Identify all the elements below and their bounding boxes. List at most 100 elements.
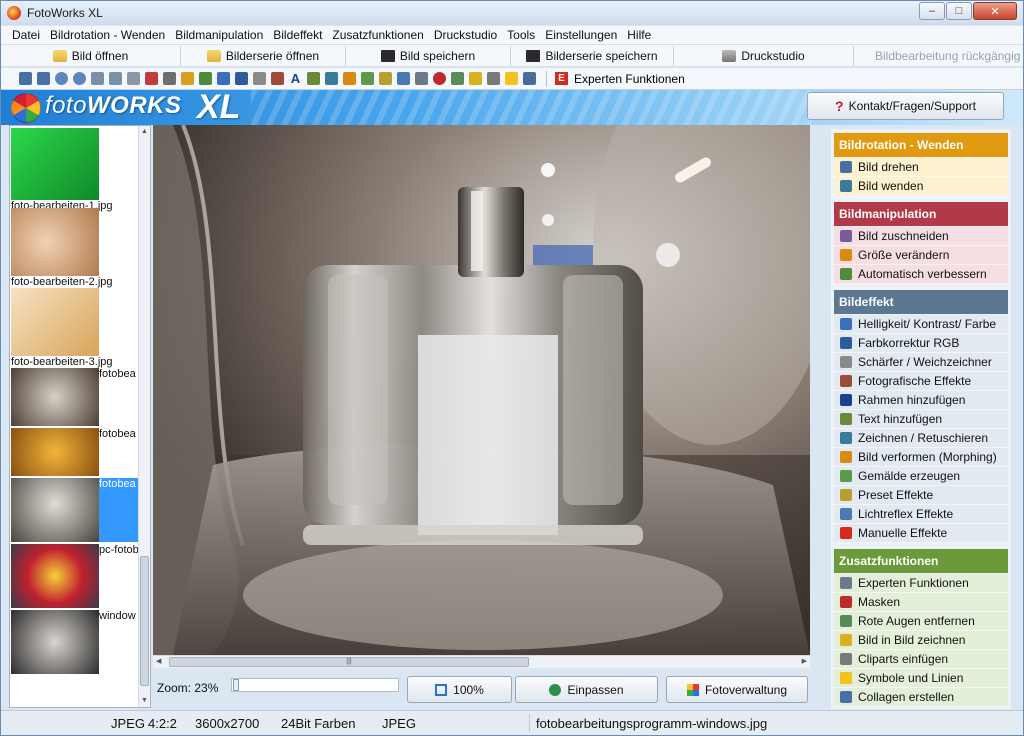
support-button[interactable]: ? Kontakt/Fragen/Support bbox=[807, 92, 1004, 120]
menu-bildeffekt[interactable]: Bildeffekt bbox=[268, 28, 327, 42]
function-item[interactable]: Größe verändern bbox=[834, 246, 1008, 265]
crop-icon[interactable] bbox=[145, 72, 158, 85]
function-item[interactable]: Cliparts einfügen bbox=[834, 650, 1008, 669]
rotate-left-icon[interactable] bbox=[19, 72, 32, 85]
scroll-right-icon[interactable]: ▶ bbox=[802, 656, 807, 668]
function-item[interactable]: Bild zuschneiden bbox=[834, 227, 1008, 246]
section-header[interactable]: Bildrotation - Wenden bbox=[834, 133, 1008, 157]
minimize-button[interactable]: – bbox=[919, 2, 945, 20]
menu-bildmanipulation[interactable]: Bildmanipulation bbox=[170, 28, 268, 42]
function-item[interactable]: Schärfer / Weichzeichner bbox=[834, 353, 1008, 372]
photo-effects-icon[interactable] bbox=[253, 72, 266, 85]
star-icon[interactable] bbox=[505, 72, 518, 85]
menu-einstellungen[interactable]: Einstellungen bbox=[540, 28, 622, 42]
image-viewer[interactable] bbox=[153, 125, 810, 655]
flip-horizontal-icon[interactable] bbox=[91, 72, 104, 85]
flip-vertical-icon[interactable] bbox=[109, 72, 122, 85]
picture-in-picture-icon[interactable] bbox=[451, 72, 464, 85]
morph-icon[interactable] bbox=[325, 72, 338, 85]
open-series-button[interactable]: Bilderserie öffnen bbox=[181, 45, 346, 66]
undo-button[interactable]: Bildbearbeitung rückgängig bbox=[854, 46, 1020, 66]
function-item[interactable]: Rahmen hinzufügen bbox=[834, 391, 1008, 410]
thumbnail-image[interactable] bbox=[11, 544, 99, 608]
scroll-up-icon[interactable]: ▲ bbox=[139, 126, 150, 138]
function-item[interactable]: Lichtreflex Effekte bbox=[834, 505, 1008, 524]
fit-button[interactable]: Einpassen bbox=[515, 676, 658, 703]
section-header[interactable]: Zusatzfunktionen bbox=[834, 549, 1008, 573]
manual-effects-icon[interactable] bbox=[397, 72, 410, 85]
function-item[interactable]: Rote Augen entfernen bbox=[834, 612, 1008, 631]
red-eye-icon[interactable] bbox=[433, 72, 446, 85]
rotate-cw-icon[interactable] bbox=[73, 72, 86, 85]
zoom-slider[interactable] bbox=[231, 678, 399, 692]
section-header[interactable]: Bildeffekt bbox=[834, 290, 1008, 314]
function-item[interactable]: Symbole und Linien bbox=[834, 669, 1008, 688]
thumbnail-image[interactable] bbox=[11, 368, 99, 426]
mirror-icon[interactable] bbox=[127, 72, 140, 85]
collage-icon[interactable] bbox=[523, 72, 536, 85]
function-item[interactable]: Bild wenden bbox=[834, 177, 1008, 196]
section-header[interactable]: Bildmanipulation bbox=[834, 202, 1008, 226]
image-horizontal-scrollbar[interactable]: ◀ ||| ▶ bbox=[153, 655, 810, 668]
function-icon bbox=[840, 508, 852, 520]
thumbnail-image[interactable] bbox=[11, 428, 99, 476]
function-item[interactable]: Gemälde erzeugen bbox=[834, 467, 1008, 486]
function-item[interactable]: Zeichnen / Retuschieren bbox=[834, 429, 1008, 448]
function-item[interactable]: Manuelle Effekte bbox=[834, 524, 1008, 543]
function-item[interactable]: Preset Effekte bbox=[834, 486, 1008, 505]
menu-bildrotation[interactable]: Bildrotation - Wenden bbox=[45, 28, 170, 42]
thumbnail-image[interactable] bbox=[11, 208, 99, 276]
function-item[interactable]: Automatisch verbessern bbox=[834, 265, 1008, 284]
mask-icon[interactable] bbox=[415, 72, 428, 85]
thumbnail-image[interactable] bbox=[11, 288, 99, 356]
function-item[interactable]: Bild drehen bbox=[834, 158, 1008, 177]
thumbnail-scrollbar[interactable]: ▲ ▼ bbox=[138, 126, 150, 707]
function-item[interactable]: Collagen erstellen bbox=[834, 688, 1008, 707]
rotate-ccw-icon[interactable] bbox=[55, 72, 68, 85]
auto-enhance-icon[interactable] bbox=[181, 72, 194, 85]
function-item[interactable]: Bild verformen (Morphing) bbox=[834, 448, 1008, 467]
rgb-icon[interactable] bbox=[217, 72, 230, 85]
lightreflex-icon[interactable] bbox=[379, 72, 392, 85]
thumbnail-image[interactable] bbox=[11, 478, 99, 542]
resize-icon[interactable] bbox=[163, 72, 176, 85]
scroll-down-icon[interactable]: ▼ bbox=[139, 695, 150, 707]
function-item[interactable]: Fotografische Effekte bbox=[834, 372, 1008, 391]
clipart-icon[interactable] bbox=[469, 72, 482, 85]
draw-icon[interactable] bbox=[307, 72, 320, 85]
function-item[interactable]: Bild in Bild zeichnen bbox=[834, 631, 1008, 650]
function-item[interactable]: Farbkorrektur RGB bbox=[834, 334, 1008, 353]
save-series-button[interactable]: Bilderserie speichern bbox=[511, 45, 674, 66]
scrollbar-thumb[interactable] bbox=[140, 556, 149, 686]
menu-hilfe[interactable]: Hilfe bbox=[622, 28, 656, 42]
close-button[interactable]: ✕ bbox=[973, 2, 1017, 20]
thumbnail-image[interactable] bbox=[11, 128, 99, 200]
function-item[interactable]: Text hinzufügen bbox=[834, 410, 1008, 429]
function-item[interactable]: Masken bbox=[834, 593, 1008, 612]
symbols-icon[interactable] bbox=[487, 72, 500, 85]
frame-icon[interactable] bbox=[271, 72, 284, 85]
thumbnail-image[interactable] bbox=[11, 610, 99, 674]
text-icon[interactable]: A bbox=[289, 72, 302, 85]
maximize-button[interactable]: □ bbox=[946, 2, 972, 20]
hscroll-thumb[interactable]: ||| bbox=[169, 657, 529, 667]
zoom-100-button[interactable]: 100% bbox=[407, 676, 512, 703]
save-image-button[interactable]: Bild speichern bbox=[346, 45, 511, 66]
menu-zusatzfunktionen[interactable]: Zusatzfunktionen bbox=[327, 28, 428, 42]
print-studio-button[interactable]: Druckstudio bbox=[674, 45, 854, 66]
function-item[interactable]: Experten Funktionen bbox=[834, 574, 1008, 593]
painting-icon[interactable] bbox=[343, 72, 356, 85]
expert-functions-button[interactable]: Experten Funktionen bbox=[574, 72, 685, 86]
zoom-slider-handle[interactable] bbox=[233, 679, 239, 691]
preset-icon[interactable] bbox=[361, 72, 374, 85]
rotate-right-icon[interactable] bbox=[37, 72, 50, 85]
scroll-left-icon[interactable]: ◀ bbox=[156, 656, 161, 668]
brightness-icon[interactable] bbox=[199, 72, 212, 85]
sharpen-icon[interactable] bbox=[235, 72, 248, 85]
function-item[interactable]: Helligkeit/ Kontrast/ Farbe bbox=[834, 315, 1008, 334]
menu-datei[interactable]: Datei bbox=[7, 28, 45, 42]
menu-tools[interactable]: Tools bbox=[502, 28, 540, 42]
photo-manager-button[interactable]: Fotoverwaltung bbox=[666, 676, 808, 703]
menu-druckstudio[interactable]: Druckstudio bbox=[429, 28, 502, 42]
open-image-button[interactable]: Bild öffnen bbox=[1, 45, 181, 66]
